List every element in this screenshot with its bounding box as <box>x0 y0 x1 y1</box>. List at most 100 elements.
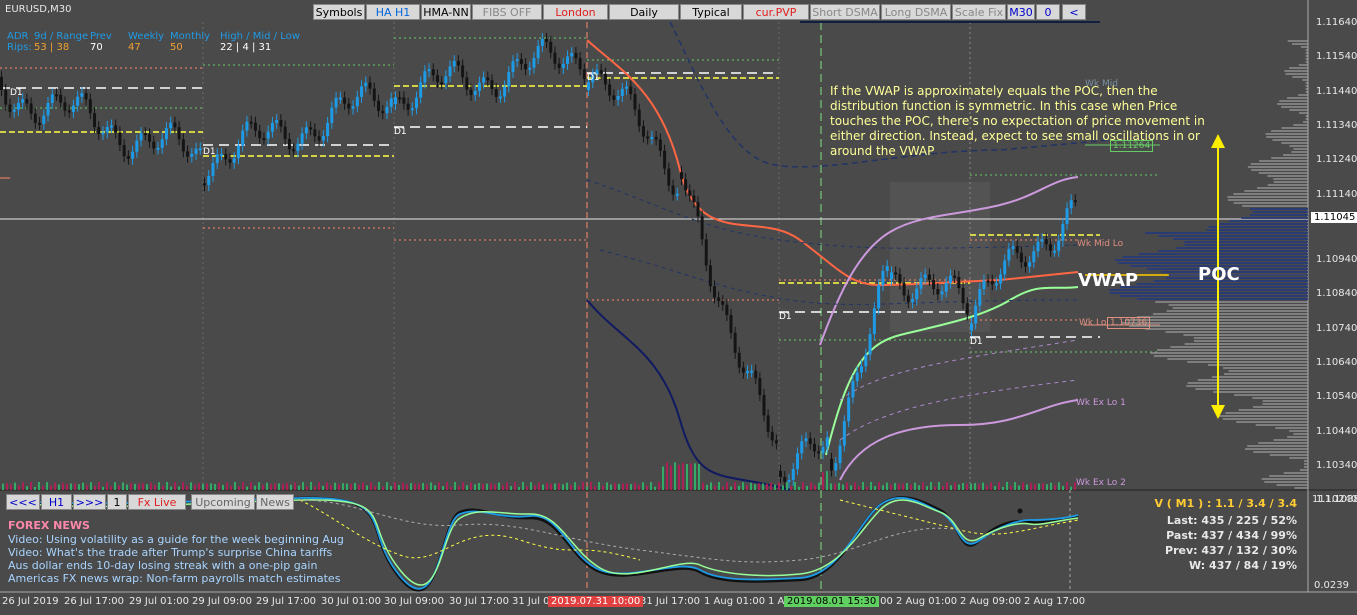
candle <box>160 139 164 148</box>
candle <box>940 291 944 295</box>
candle <box>1007 248 1011 261</box>
indicator-button-news[interactable]: News <box>256 494 294 510</box>
volume-profile-bar <box>1258 172 1308 174</box>
volume-bar <box>58 484 60 490</box>
indicator-button-upcoming[interactable]: Upcoming <box>191 494 255 510</box>
toolbar-button-long-dsma[interactable]: Long DSMA <box>881 4 951 20</box>
indicator-button-next[interactable]: >>> <box>73 494 106 510</box>
volume-profile-bar <box>1264 481 1308 483</box>
volume-bar <box>586 486 588 490</box>
volume-profile-bar <box>1285 73 1308 75</box>
volume-bar <box>98 482 100 490</box>
time-tick-label: 30 Jul 09:00 <box>384 596 444 607</box>
news-item[interactable]: Video: What's the trade after Trump's su… <box>8 546 332 559</box>
volume-bar <box>158 482 160 490</box>
candle <box>245 121 249 131</box>
volume-bar <box>202 483 204 490</box>
volume-profile-bar <box>1168 304 1308 306</box>
candle <box>490 80 494 90</box>
candle <box>641 126 645 137</box>
toolbar-button-0[interactable]: 0 <box>1036 4 1060 20</box>
volume-bar <box>370 482 372 490</box>
volume-bar <box>38 482 40 490</box>
indicator-button-fx-live[interactable]: Fx Live <box>128 494 186 510</box>
volume-bar <box>882 485 884 490</box>
stats-last: Last: 435 / 225 / 52% <box>1166 514 1297 527</box>
candle <box>881 270 885 286</box>
volume-profile-bar <box>1273 439 1308 441</box>
d1-label: D1 <box>203 147 216 157</box>
volume-profile-bar <box>1150 352 1308 354</box>
toolbar-button-london[interactable]: London <box>543 4 608 20</box>
news-item[interactable]: Americas FX news wrap: Non-farm payrolls… <box>8 572 340 585</box>
toolbar-button-hma-nn[interactable]: HMA-NN <box>421 4 471 20</box>
volume-bar <box>558 483 560 490</box>
volume-bar <box>30 482 32 490</box>
volume-bar <box>910 484 912 490</box>
candle <box>292 149 296 152</box>
candle <box>885 266 889 271</box>
candle <box>890 272 893 280</box>
candle <box>321 136 325 141</box>
indicator-button-count[interactable]: 1 <box>107 494 127 510</box>
candle <box>29 103 33 114</box>
time-tick-label: 2 Aug 17:00 <box>1024 596 1086 607</box>
volume-bar <box>782 485 784 490</box>
volume-bar <box>966 483 968 490</box>
toolbar-button-[interactable]: < <box>1062 4 1086 20</box>
volume-bar <box>562 484 564 490</box>
candle <box>1073 200 1077 203</box>
volume-bar <box>422 482 424 490</box>
volume-profile-bar <box>1186 385 1308 387</box>
volume-profile-bar <box>1119 295 1308 297</box>
candle <box>762 394 766 416</box>
volume-bar <box>290 484 292 490</box>
candle <box>608 84 612 96</box>
volume-bar <box>766 483 768 490</box>
toolbar-button-daily[interactable]: Daily <box>609 4 679 20</box>
news-item[interactable]: Aus dollar ends 10-day losing streak wit… <box>8 559 317 572</box>
volume-profile-bar <box>1145 232 1308 234</box>
candle <box>215 154 219 164</box>
toolbar-button-typical[interactable]: Typical <box>680 4 742 20</box>
volume-bar <box>574 482 576 490</box>
candle <box>448 66 452 77</box>
volume-bar <box>922 482 924 490</box>
volume-bar <box>674 462 676 490</box>
volume-profile-bar <box>1184 244 1308 246</box>
volume-bar <box>534 485 536 490</box>
d1-label: D1 <box>779 312 792 322</box>
volume-bar <box>726 482 728 490</box>
toolbar-button-symbols[interactable]: Symbols <box>313 4 365 20</box>
volume-profile-bar <box>1175 247 1308 249</box>
wk-lo-label: Wk Lo <box>1079 318 1107 328</box>
candle <box>974 305 978 324</box>
volume-bar <box>622 483 624 490</box>
candle <box>93 113 97 128</box>
toolbar-button-m30[interactable]: M30 <box>1007 4 1035 20</box>
candle <box>700 216 704 240</box>
volume-bar <box>830 483 832 490</box>
volume-profile-bar <box>1289 145 1308 147</box>
candle <box>663 150 667 169</box>
volume-profile-bar <box>1109 292 1308 294</box>
candle <box>1015 246 1019 253</box>
news-item[interactable]: Video: Using volatility as a guide for t… <box>8 533 344 546</box>
volume-profile-bar <box>1271 157 1308 159</box>
volume-bar <box>722 486 724 490</box>
volume-bar <box>846 482 848 490</box>
indicator-button-timeframe[interactable]: H1 <box>41 494 72 510</box>
volume-bar <box>26 486 28 490</box>
volume-bar <box>566 482 568 490</box>
toolbar-button-scale-fix[interactable]: Scale Fix <box>952 4 1006 20</box>
volume-bar <box>10 484 12 490</box>
toolbar-button-ha-h1[interactable]: HA H1 <box>366 4 420 20</box>
toolbar-button-cur-pvp[interactable]: cur.PVP <box>743 4 809 20</box>
candle <box>253 122 257 131</box>
volume-profile-bar <box>1187 361 1308 363</box>
toolbar-button-short-dsma[interactable]: Short DSMA <box>810 4 880 20</box>
candle <box>444 76 448 84</box>
poc-label: POC <box>1198 264 1240 285</box>
indicator-button-prev[interactable]: <<< <box>6 494 40 510</box>
toolbar-button-fibs-off[interactable]: FIBS OFF <box>472 4 542 20</box>
